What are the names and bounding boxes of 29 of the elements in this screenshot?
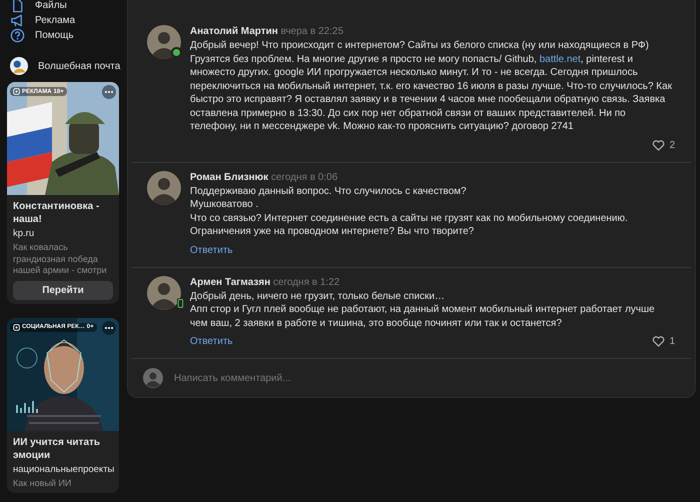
ad-domain: национальныепроекты <box>13 462 113 476</box>
link[interactable]: battle.net <box>539 54 581 64</box>
comment-time[interactable]: сегодня в 0:06 <box>271 172 338 182</box>
app-item[interactable]: Волшебная почта <box>7 57 120 75</box>
author-name[interactable]: Роман Близнюк <box>190 172 268 182</box>
ad-description: Как ковалась грандиозная победа нашей армии - смотри <box>13 242 108 276</box>
comment-text: Апп стор и Гугл плей вообще не работают, на данный момент мобильный интернет работает лучше чем ваш, 2 заявки в работе и тишина, это вообще починят или так и останется? <box>190 303 656 330</box>
nav-item[interactable]: Файлы <box>7 0 120 13</box>
go-button[interactable]: Перейти <box>13 280 113 300</box>
comment-time[interactable]: вчера в 22:25 <box>280 26 344 37</box>
comment-time[interactable]: сегодня в 1:22 <box>273 276 340 288</box>
nav-item[interactable]: Реклама <box>7 13 120 28</box>
comment-text: Добрый вечер! Что происходит с интернетом? Сайты из белого списка (ну или находящиеся в РФ) Грузятся без проблем. На многие другие я просто не могу попасть/ Github, battle.net, pinterest и множесто других. google ИИ прогружается несколько минут. И то - не всегда. Сегодня пришлось переключиться на мобильный интернет, т.к. его качество 16 июля в разы лучше. Что-то случилось? Как быстро это исправят? Я оставлял заявку и в течении 4 часов мне пообещали обратную связь. Заявка оставлена примерно в 13:30. До сих пор нет обратной связи от ваших представителей. Ни по телефону, ни п мессенджере vk. Можно как-то прояснить ситуацию? договор 2741 <box>190 39 673 134</box>
comment-text: Что со связью? Интернет соединение есть а сайты не грузят как по мобильному соединению. Ограничения уже на проводном интернете? Вы что творите? <box>190 212 629 238</box>
ad-domain: kp.ru <box>13 227 36 240</box>
ad-title: Константиновка - наша! <box>13 200 100 226</box>
author-name[interactable]: Армен Тагмазян <box>190 276 270 288</box>
ad-description: Как новый ИИ <box>13 478 72 489</box>
ad-title: ИИ учится читать эмоции <box>13 436 102 462</box>
like-button[interactable]: 1 <box>652 336 675 347</box>
comment-text: Добрый день, ничего не грузит, только белые списки… <box>190 290 446 303</box>
comment-text: Мушковатово . <box>190 198 260 212</box>
comment-field[interactable]: Написать комментарий... <box>174 370 679 386</box>
reply-link[interactable]: Ответить <box>190 244 233 256</box>
nav-item[interactable]: Помощь <box>7 28 120 43</box>
reply-link[interactable]: Ответить <box>190 336 233 347</box>
comment-text: Поддерживаю данный вопрос. Что случилось с качеством? <box>190 184 468 198</box>
like-button[interactable]: 2 <box>652 140 675 150</box>
author-name[interactable]: Анатолий Мартин <box>190 26 278 37</box>
